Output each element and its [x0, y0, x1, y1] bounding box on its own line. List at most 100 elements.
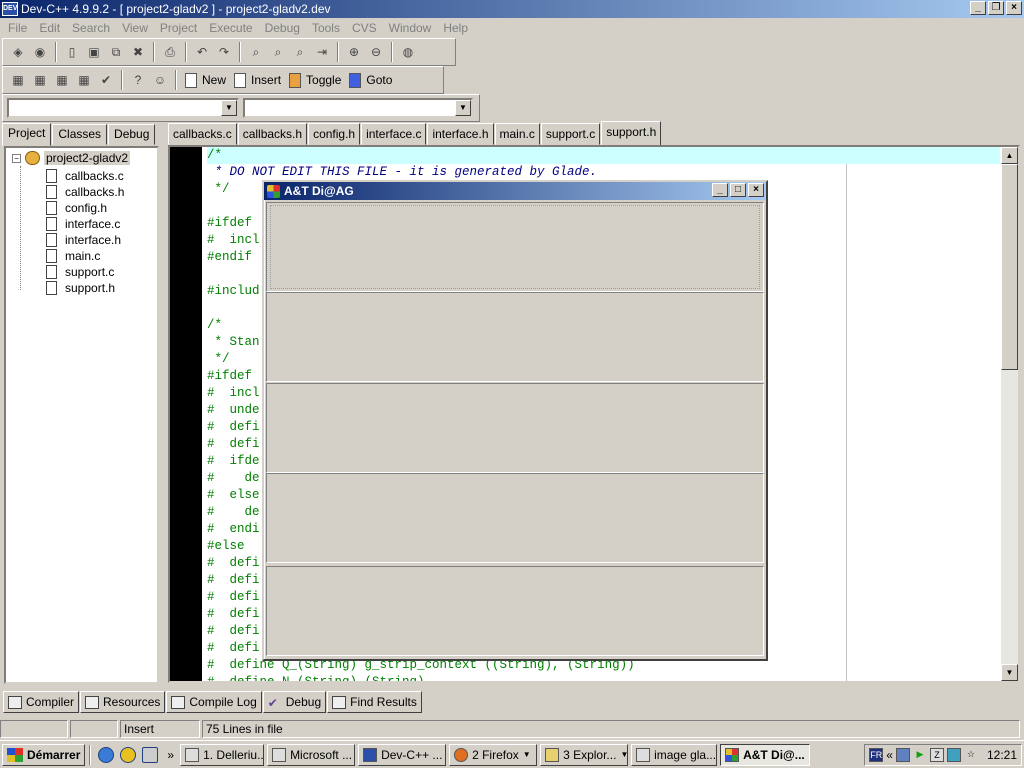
- menu-debug[interactable]: Debug: [259, 21, 306, 35]
- editor-gutter[interactable]: [170, 147, 202, 681]
- help-icon[interactable]: ?: [129, 71, 147, 89]
- scroll-up-icon[interactable]: ▲: [1001, 147, 1018, 164]
- replace-icon[interactable]: ⌕: [269, 43, 287, 61]
- tab-debug[interactable]: Debug: [108, 124, 156, 145]
- insert-button[interactable]: Insert: [230, 69, 285, 91]
- tree-file-item[interactable]: main.c: [46, 248, 124, 264]
- save-all-icon[interactable]: ⧉: [107, 43, 125, 61]
- add-to-project-icon[interactable]: ⊕: [345, 43, 363, 61]
- tree-file-item[interactable]: callbacks.c: [46, 168, 124, 184]
- tab-main-c[interactable]: main.c: [494, 123, 540, 145]
- ie-icon[interactable]: [98, 746, 115, 763]
- tab-support-h[interactable]: support.h: [601, 121, 662, 146]
- star-icon[interactable]: ☆: [964, 748, 978, 762]
- menu-search[interactable]: Search: [66, 21, 116, 35]
- vertical-scrollbar[interactable]: ▲ ▼: [1001, 147, 1018, 681]
- project-icon[interactable]: ◈: [9, 43, 27, 61]
- tree-file-item[interactable]: config.h: [46, 200, 124, 216]
- language-indicator[interactable]: FR: [869, 748, 884, 762]
- code-line[interactable]: /*: [207, 147, 1000, 164]
- task-button[interactable]: image gla...: [631, 743, 718, 766]
- scrollbar-thumb[interactable]: [1001, 164, 1018, 370]
- collapse-icon[interactable]: −: [12, 153, 21, 163]
- rebuild-icon[interactable]: ▦: [75, 71, 93, 89]
- dialog-close-button[interactable]: ×: [748, 183, 764, 197]
- scroll-down-icon[interactable]: ▼: [1001, 664, 1018, 681]
- menu-edit[interactable]: Edit: [33, 21, 66, 35]
- check-icon[interactable]: ✔: [97, 71, 115, 89]
- minimize-button[interactable]: _: [970, 1, 986, 15]
- tree-file-item[interactable]: support.c: [46, 264, 124, 280]
- redo-icon[interactable]: ↷: [215, 43, 233, 61]
- goto-line-icon[interactable]: ⇥: [313, 43, 331, 61]
- project-root[interactable]: − project2-gladv2: [12, 151, 131, 165]
- find-next-icon[interactable]: ⌕: [291, 43, 309, 61]
- tab-interface-h[interactable]: interface.h: [427, 123, 494, 145]
- title-bar[interactable]: DEV Dev-C++ 4.9.9.2 - [ project2-gladv2 …: [0, 0, 1024, 18]
- goto-bookmark-button[interactable]: Goto: [345, 69, 396, 91]
- close-button[interactable]: ×: [1006, 1, 1022, 15]
- z-icon[interactable]: Z: [929, 748, 944, 762]
- menu-project[interactable]: Project: [154, 21, 203, 35]
- tree-file-item[interactable]: support.h: [46, 280, 124, 296]
- tab-callbacks-c[interactable]: callbacks.c: [168, 123, 237, 145]
- print-icon[interactable]: ⎙: [161, 43, 179, 61]
- close-file-icon[interactable]: ✖: [129, 43, 147, 61]
- tab-classes[interactable]: Classes: [52, 124, 108, 145]
- tab-interface-c[interactable]: interface.c: [361, 123, 427, 145]
- remove-from-project-icon[interactable]: ⊖: [367, 43, 385, 61]
- tree-file-item[interactable]: interface.c: [46, 216, 124, 232]
- undo-icon[interactable]: ↶: [193, 43, 211, 61]
- tab-project[interactable]: Project: [2, 123, 52, 146]
- tab-compile-log[interactable]: Compile Log: [166, 691, 262, 713]
- save-icon[interactable]: ▣: [85, 43, 103, 61]
- project-options-icon[interactable]: ◍: [399, 43, 417, 61]
- open-project-icon[interactable]: ◉: [31, 43, 49, 61]
- calendar-icon[interactable]: [142, 746, 159, 763]
- task-button-active[interactable]: A&T Di@...: [720, 743, 811, 766]
- project-tree[interactable]: − project2-gladv2 callbacks.c callbacks.…: [4, 146, 159, 684]
- tab-support-c[interactable]: support.c: [540, 123, 601, 145]
- task-button[interactable]: Dev-C++ ...: [358, 743, 447, 766]
- run-icon[interactable]: ▦: [31, 71, 49, 89]
- member-combo[interactable]: ▼: [243, 98, 473, 118]
- new-class-button[interactable]: New: [181, 69, 230, 91]
- task-button[interactable]: 2 Firefox ▼: [449, 743, 538, 766]
- task-button[interactable]: Microsoft ...: [267, 743, 356, 766]
- tab-resources[interactable]: Resources: [80, 691, 166, 713]
- tab-find-results[interactable]: Find Results: [327, 691, 422, 713]
- tab-debug-output[interactable]: ✔ Debug: [262, 691, 327, 713]
- tab-callbacks-h[interactable]: callbacks.h: [237, 123, 308, 145]
- task-button[interactable]: 3 Explor... ▼: [540, 743, 629, 766]
- tree-file-item[interactable]: interface.h: [46, 232, 124, 248]
- class-combo[interactable]: ▼: [7, 98, 239, 118]
- chevron-down-icon[interactable]: ▼: [221, 100, 237, 116]
- tray-expand-icon[interactable]: «: [886, 748, 893, 762]
- media-player-icon[interactable]: [120, 746, 137, 763]
- diag-dialog-window[interactable]: A&T Di@AG _ □ ×: [262, 180, 768, 661]
- network-icon[interactable]: [895, 748, 910, 762]
- quicklaunch-more-icon[interactable]: »: [167, 748, 174, 762]
- compile-icon[interactable]: ▦: [9, 71, 27, 89]
- menu-cvs[interactable]: CVS: [346, 21, 383, 35]
- menu-tools[interactable]: Tools: [306, 21, 346, 35]
- tab-compiler[interactable]: Compiler: [3, 691, 80, 713]
- restore-button[interactable]: ❐: [988, 1, 1004, 15]
- menu-view[interactable]: View: [116, 21, 154, 35]
- menu-execute[interactable]: Execute: [203, 21, 258, 35]
- toggle-bookmark-button[interactable]: Toggle: [285, 69, 345, 91]
- menu-window[interactable]: Window: [383, 21, 438, 35]
- start-button[interactable]: Démarrer: [2, 743, 86, 766]
- dialog-minimize-button[interactable]: _: [712, 183, 728, 197]
- menu-file[interactable]: File: [2, 21, 33, 35]
- code-line[interactable]: # define N_(String) (String): [207, 674, 1000, 681]
- new-file-icon[interactable]: ▯: [63, 43, 81, 61]
- compile-run-icon[interactable]: ▦: [53, 71, 71, 89]
- tab-config-h[interactable]: config.h: [308, 123, 361, 145]
- task-button[interactable]: 1. Delleriu...: [180, 743, 265, 766]
- play-icon[interactable]: ▶: [913, 748, 927, 762]
- code-line[interactable]: * DO NOT EDIT THIS FILE - it is generate…: [207, 164, 1000, 181]
- chevron-down-icon[interactable]: ▼: [455, 100, 471, 116]
- menu-help[interactable]: Help: [437, 21, 474, 35]
- skype-icon[interactable]: [946, 748, 961, 762]
